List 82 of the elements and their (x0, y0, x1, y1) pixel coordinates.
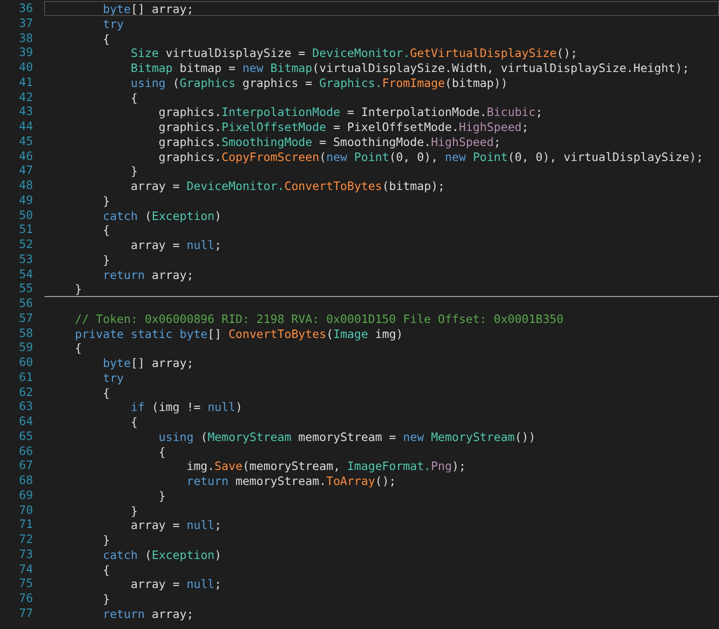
line-number: 76 (18, 591, 33, 606)
line-number: 53 (18, 252, 33, 266)
code-line: return array; (102, 606, 195, 620)
code-line: try (102, 16, 125, 30)
code-line: Size virtualDisplaySize = DeviceMonitor.GetVirtualDisplaySize(); (130, 45, 579, 60)
code-line: { (102, 222, 111, 237)
line-number: 38 (18, 30, 33, 46)
line-number: 42 (18, 90, 33, 104)
line-number: 70 (18, 502, 33, 518)
code-line: } (158, 488, 167, 502)
line-number: 39 (18, 45, 33, 60)
code-line: return memoryStream.ToArray(); (186, 473, 398, 488)
code-line: } (102, 252, 111, 266)
line-number: 55 (18, 281, 33, 296)
code-line: private static byte[] ConvertToBytes(Image img) (74, 326, 404, 340)
line-number: 54 (18, 266, 33, 282)
line-number: 68 (18, 473, 33, 488)
line-number: 72 (18, 532, 33, 547)
line-number: 66 (18, 444, 33, 458)
line-number: 75 (18, 576, 33, 591)
code-line: { (102, 562, 111, 576)
line-number: 73 (18, 546, 33, 562)
line-number: 77 (18, 606, 33, 620)
code-line: array = null; (130, 517, 223, 532)
code-line: array = DeviceMonitor.ConvertToBytes(bitmap); (130, 178, 446, 193)
line-number: 56 (18, 296, 33, 311)
code-line: img.Save(memoryStream, ImageFormat.Png); (186, 458, 467, 473)
line-number: 71 (18, 517, 33, 532)
code-line: graphics.PixelOffsetMode = PixelOffsetMode.HighSpeed; (158, 119, 530, 134)
code-line: if (img != null) (130, 399, 244, 414)
line-number: 60 (18, 355, 33, 370)
line-number: 47 (18, 163, 33, 178)
code-line: catch (Exception) (102, 208, 223, 222)
code-line: array = null; (130, 576, 223, 591)
code-line: { (158, 444, 167, 458)
line-number: 43 (18, 104, 33, 119)
line-number: 41 (18, 74, 33, 90)
code-line: { (130, 90, 139, 104)
line-number: 45 (18, 134, 33, 148)
line-number: 74 (18, 562, 33, 576)
code-line: try (102, 370, 125, 384)
line-number: 48 (18, 178, 33, 193)
line-number: 69 (18, 488, 33, 502)
code-line: Bitmap bitmap = new Bitmap(virtualDisplaySize.Width, virtualDisplaySize.Height); (130, 60, 690, 75)
line-number: 65 (18, 428, 33, 444)
code-line: } (102, 591, 111, 606)
line-number: 63 (18, 399, 33, 414)
line-number: 62 (18, 384, 33, 400)
code-line: } (102, 532, 111, 547)
line-number: 52 (18, 237, 33, 252)
code-line: { (102, 30, 111, 46)
code-line: byte[] array; (102, 355, 195, 370)
line-number: 64 (18, 414, 33, 429)
line-number: 46 (18, 148, 33, 164)
line-number: 67 (18, 458, 33, 473)
code-line: graphics.CopyFromScreen(new Point(0, 0), new Point(0, 0), virtualDisplaySize); (158, 148, 704, 164)
code-line: catch (Exception) (102, 546, 223, 562)
line-number: 50 (18, 208, 33, 222)
line-number: 61 (18, 370, 33, 384)
code-line: { (74, 340, 83, 355)
code-line: } (74, 281, 83, 296)
line-number: 37 (18, 16, 33, 30)
line-number: 36 (18, 1, 33, 16)
code-line: { (102, 384, 111, 400)
line-number: 51 (18, 222, 33, 237)
code-line: } (102, 192, 111, 208)
code-line: return array; (102, 266, 195, 282)
code-line: graphics.SmoothingMode = SmoothingMode.HighSpeed; (158, 134, 502, 148)
code-line: array = null; (130, 237, 223, 252)
code-line: graphics.InterpolationMode = InterpolationMode.Bicubic; (158, 104, 544, 119)
code-line: } (130, 163, 139, 178)
code-line: { (130, 414, 139, 429)
line-number: 49 (18, 192, 33, 208)
line-number: 40 (18, 60, 33, 75)
line-number: 57 (18, 310, 33, 326)
code-line: } (130, 502, 139, 518)
line-number: 58 (18, 326, 33, 340)
code-line: using (MemoryStream memoryStream = new MemoryStream()) (158, 428, 537, 444)
code-line: using (Graphics graphics = Graphics.FromImage(bitmap)) (130, 74, 509, 90)
line-number: 59 (18, 340, 33, 355)
code-line: // Token: 0x06000896 RID: 2198 RVA: 0x0001D150 File Offset: 0x0001B350 (74, 310, 565, 326)
line-number: 44 (18, 119, 33, 134)
